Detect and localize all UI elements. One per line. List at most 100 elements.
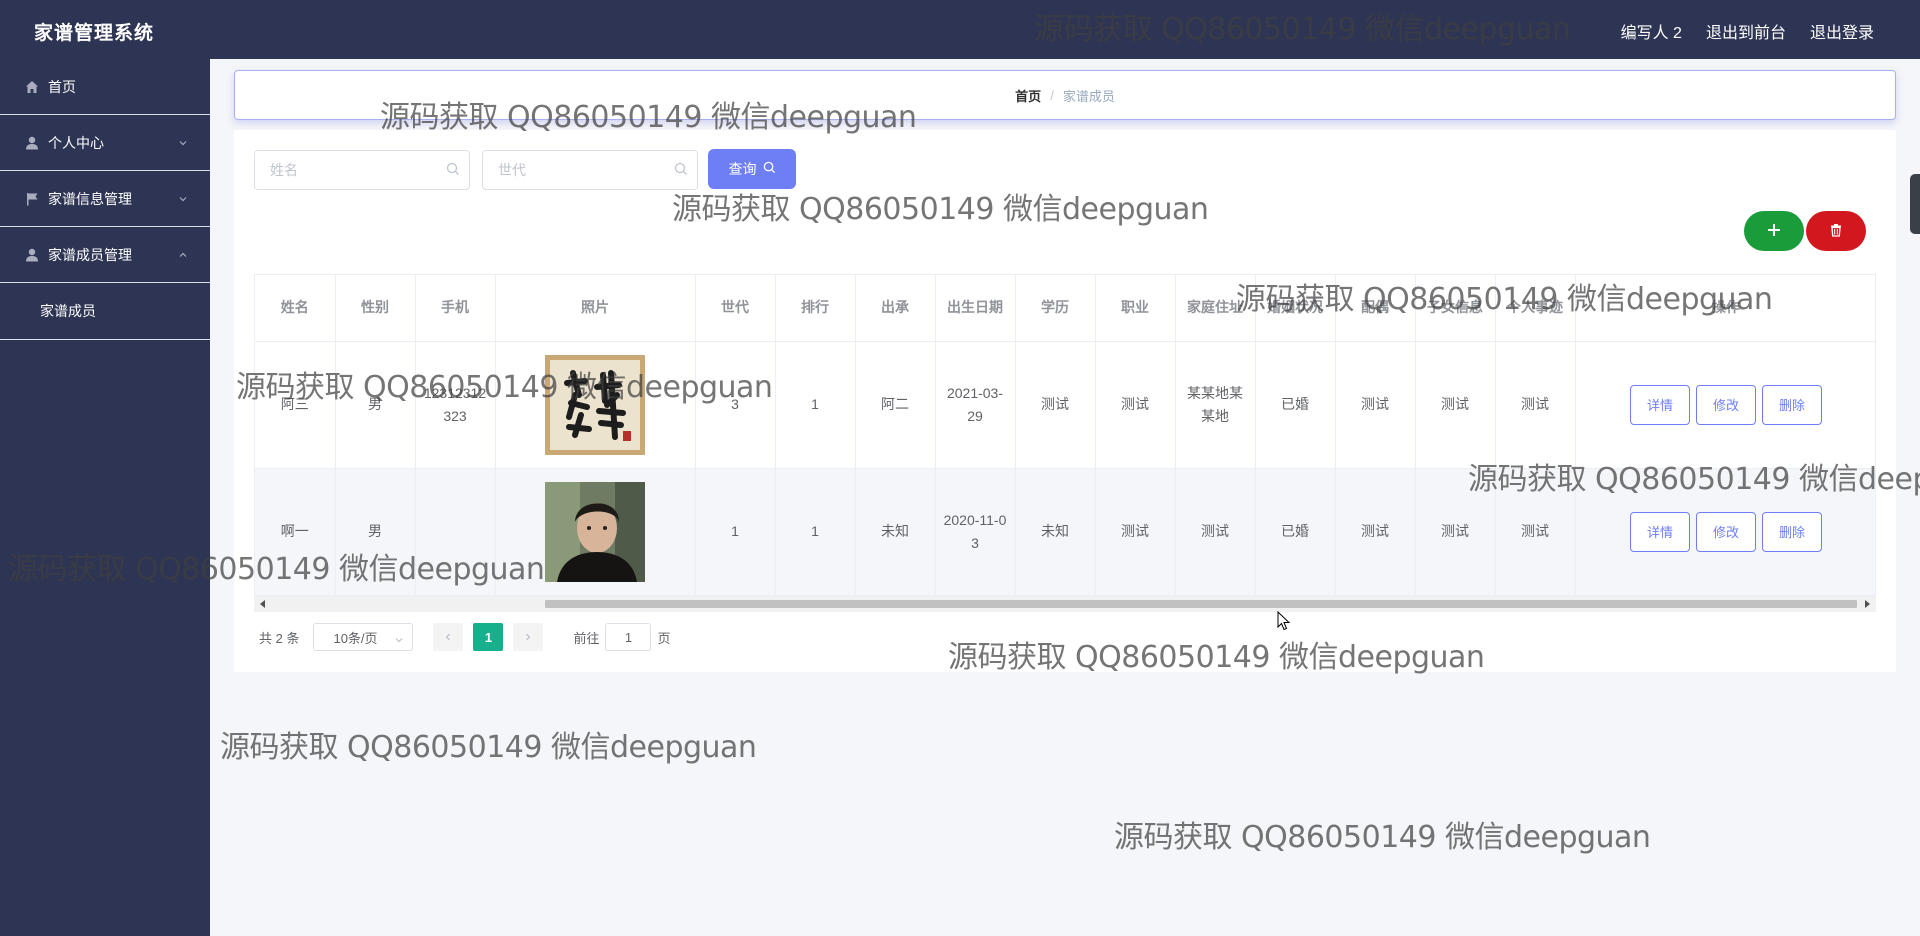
page-size-value: 10条/页 (333, 630, 378, 646)
col-header-rank: 排行 (775, 275, 856, 342)
cell-rank: 1 (775, 341, 856, 469)
user-icon (24, 135, 40, 151)
breadcrumb-home[interactable]: 首页 (1015, 86, 1041, 105)
delete-button[interactable]: 删除 (1762, 384, 1822, 425)
breadcrumb: 首页 / 家谱成员 (234, 70, 1896, 120)
page-number-active[interactable]: 1 (473, 623, 504, 651)
sidebar-item-personal-center[interactable]: 个人中心 (0, 115, 210, 171)
current-user-link[interactable]: 编写人 2 (1621, 19, 1682, 43)
edit-button[interactable]: 修改 (1696, 384, 1756, 425)
table-row: 阿三 男 12312312323 3 1 阿二 2021-03-29 测试 测试… (255, 341, 1875, 469)
cell-spouse: 测试 (1335, 341, 1416, 469)
sidebar-item-members[interactable]: 家谱成员 (0, 283, 210, 340)
total-count: 共 2 条 (259, 630, 300, 646)
table-row: 啊一 男 1 1 未知 2020-11-03 未知 测试 测试 已婚 测试 测试… (255, 468, 1875, 596)
cell-photo (495, 468, 696, 596)
detail-button[interactable]: 详情 (1630, 511, 1690, 552)
col-header-actions: 操作 (1575, 275, 1875, 342)
col-header-children: 子女信息 (1415, 275, 1496, 342)
goto-label: 前往 (573, 630, 600, 646)
cell-actions: 详情 修改 删除 (1575, 468, 1875, 596)
cell-education: 测试 (1015, 341, 1096, 469)
col-header-marriage: 婚姻状况 (1255, 275, 1336, 342)
cell-address: 测试 (1175, 468, 1256, 596)
cell-job: 测试 (1095, 341, 1176, 469)
col-header-job: 职业 (1095, 275, 1176, 342)
top-actions: 编写人 2 退出到前台 退出登录 (1621, 19, 1874, 43)
sidebar-item-home[interactable]: 首页 (0, 59, 210, 115)
portrait-photo[interactable] (545, 481, 645, 582)
edit-button[interactable]: 修改 (1696, 511, 1756, 552)
search-icon (674, 162, 690, 178)
cell-address: 某某地某某地 (1175, 341, 1256, 469)
sidebar-item-genealogy-info[interactable]: 家谱信息管理 (0, 171, 210, 227)
plus-icon (1767, 223, 1781, 240)
scrollbar-thumb[interactable] (545, 600, 1857, 608)
cell-marriage: 已婚 (1255, 468, 1336, 596)
calligraphy-photo[interactable] (545, 354, 645, 455)
query-button-label: 查询 (728, 161, 757, 177)
chevron-left-icon (446, 633, 451, 641)
sidebar-item-member-management[interactable]: 家谱成员管理 (0, 227, 210, 283)
chevron-down-icon (178, 191, 188, 207)
cell-marriage: 已婚 (1255, 341, 1336, 469)
cell-inherit: 未知 (855, 468, 936, 596)
chevron-right-icon (526, 633, 531, 641)
cell-birth: 2021-03-29 (935, 341, 1016, 469)
breadcrumb-separator: / (1050, 87, 1054, 103)
next-page-button[interactable] (513, 623, 544, 651)
cell-deeds: 测试 (1495, 468, 1576, 596)
side-drawer-handle[interactable] (1910, 174, 1920, 234)
sidebar-item-label: 家谱信息管理 (48, 190, 132, 207)
goto-page-input[interactable] (605, 623, 652, 651)
cell-education: 未知 (1015, 468, 1096, 596)
cell-name: 阿三 (255, 341, 336, 469)
col-header-phone: 手机 (415, 275, 496, 342)
generation-search-input[interactable] (482, 150, 698, 190)
cell-gender: 男 (335, 468, 416, 596)
prev-page-button[interactable] (433, 623, 464, 651)
delete-button[interactable]: 删除 (1762, 511, 1822, 552)
sidebar: 首页 个人中心 家谱信息管理 家谱成员管理 家谱成员 (0, 59, 210, 936)
watermark: 源码获取 QQ86050149 微信deepguan (220, 730, 757, 765)
app-title: 家谱管理系统 (34, 23, 155, 44)
cell-children: 测试 (1415, 468, 1496, 596)
query-button[interactable]: 查询 (708, 149, 796, 189)
col-header-birth: 出生日期 (935, 275, 1016, 342)
detail-button[interactable]: 详情 (1630, 384, 1690, 425)
mouse-cursor-icon (1277, 611, 1291, 631)
members-table: 姓名 性别 手机 照片 世代 排行 出承 出生日期 学历 职业 家庭住址 婚姻状… (254, 274, 1876, 612)
cell-generation: 1 (695, 468, 776, 596)
col-header-photo: 照片 (495, 275, 696, 342)
horizontal-scrollbar[interactable] (254, 596, 1876, 612)
col-header-address: 家庭住址 (1175, 275, 1256, 342)
col-header-generation: 世代 (695, 275, 776, 342)
cell-job: 测试 (1095, 468, 1176, 596)
sidebar-item-label: 家谱成员管理 (48, 246, 132, 263)
batch-delete-button[interactable] (1806, 211, 1866, 251)
cell-rank: 1 (775, 468, 856, 596)
chevron-down-icon (394, 633, 404, 648)
chevron-up-icon (178, 247, 188, 263)
scroll-left-arrow-icon[interactable] (260, 600, 265, 608)
col-header-gender: 性别 (335, 275, 416, 342)
page-size-select[interactable]: 10条/页 (313, 623, 414, 651)
page-unit-label: 页 (657, 630, 671, 646)
breadcrumb-current: 家谱成员 (1062, 88, 1115, 104)
name-search-input[interactable] (254, 150, 470, 190)
scroll-right-arrow-icon[interactable] (1865, 600, 1870, 608)
user-icon (24, 247, 40, 263)
chevron-down-icon (178, 135, 188, 151)
add-button[interactable] (1744, 211, 1804, 251)
watermark: 源码获取 QQ86050149 微信deepguan (1114, 820, 1651, 855)
cell-deeds: 测试 (1495, 341, 1576, 469)
col-header-spouse: 配偶 (1335, 275, 1416, 342)
cell-inherit: 阿二 (855, 341, 936, 469)
exit-to-front-link[interactable]: 退出到前台 (1706, 19, 1786, 43)
cell-phone (415, 468, 496, 596)
col-header-deeds: 个人事迹 (1495, 275, 1576, 342)
col-header-education: 学历 (1015, 275, 1096, 342)
logout-link[interactable]: 退出登录 (1810, 19, 1874, 43)
pagination: 共 2 条 10条/页 1 前往 页 (259, 622, 671, 652)
cell-generation: 3 (695, 341, 776, 469)
